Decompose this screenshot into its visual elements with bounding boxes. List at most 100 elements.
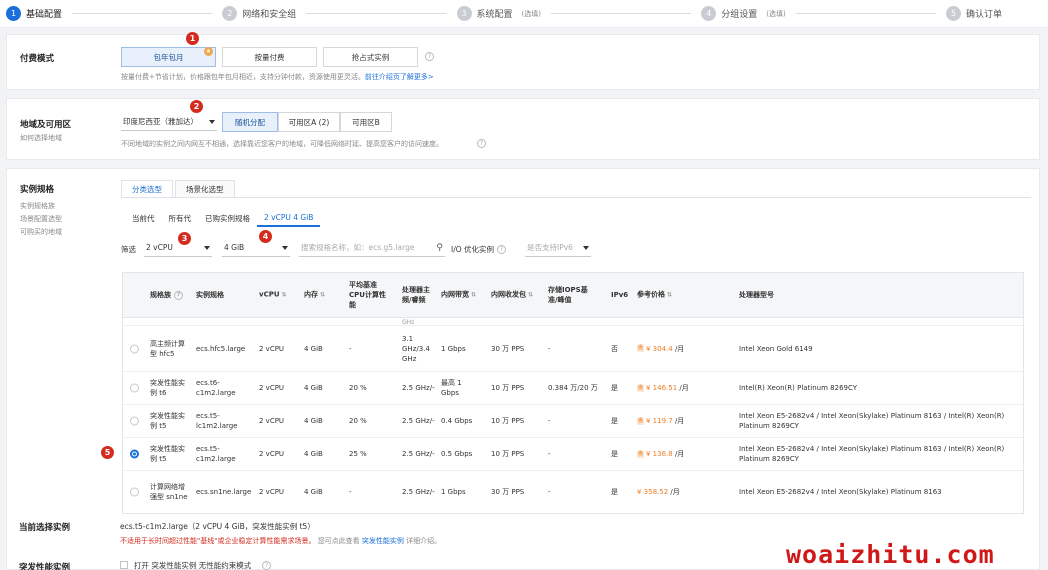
row-price: 惠 ¥ 119.7 /月 — [637, 416, 684, 426]
table-row[interactable]: 突发性能实例 t6 ecs.t6-c1m2.large 2 vCPU 4 GiB… — [123, 372, 1023, 405]
billing-option-payg[interactable]: 按量付费 — [222, 47, 317, 67]
step-number: 5 — [946, 6, 961, 21]
burst-title: 突发性能实例 — [19, 563, 71, 570]
row-processor: Intel(R) Xeon(R) Platinum 8269CY — [739, 384, 858, 392]
row-price-unit: /月 — [674, 344, 685, 353]
row-vcpu: 2 vCPU — [259, 450, 285, 458]
warning-tail: 您可点此查看 — [317, 537, 360, 545]
warning-end: 详细介绍。 — [406, 537, 442, 545]
table-row[interactable]: 突发性能实例 t5 ecs.t5-lc1m2.large 2 vCPU 4 Gi… — [123, 405, 1023, 438]
row-ipv6: 是 — [611, 384, 618, 392]
zone-a[interactable]: 可用区A (2) — [278, 112, 340, 132]
col-memory[interactable]: 内存 ⇅ — [304, 290, 325, 301]
spec-link-scenario[interactable]: 场景配置选型 — [20, 213, 62, 225]
subtab-purchased[interactable]: 已购实例规格 — [198, 209, 257, 227]
tab-scenario[interactable]: 场景化选型 — [175, 180, 235, 197]
col-pps[interactable]: 内网收发包 ⇅ — [491, 290, 533, 301]
billing-learn-more-link[interactable]: 前往介绍页了解更多> — [365, 73, 434, 81]
spec-search-placeholder: 搜索规格名称，如：ecs.g5.large — [301, 243, 415, 252]
row-family: 计算网络增强型 sn1ne — [150, 483, 188, 501]
step-basic[interactable]: 1 基础配置 — [6, 6, 62, 21]
row-iops: - — [548, 417, 551, 425]
row-memory: 4 GiB — [304, 488, 323, 496]
spec-link-regions[interactable]: 可购买的地域 — [20, 226, 62, 238]
region-select[interactable]: 印度尼西亚（雅加达） — [121, 113, 217, 131]
sort-icon[interactable]: ⇅ — [320, 291, 325, 301]
step-label: 基础配置 — [26, 10, 63, 20]
row-radio[interactable] — [130, 344, 139, 353]
help-icon[interactable]: ? — [262, 561, 271, 570]
zone-b[interactable]: 可用区B — [340, 112, 392, 132]
row-radio[interactable] — [130, 383, 139, 393]
step-group[interactable]: 4 分组设置 (选填) — [701, 6, 786, 21]
step-divider — [551, 13, 692, 14]
row-family: 突发性能实例 t5 — [150, 412, 185, 430]
ipv6-select[interactable]: 是否支持IPv6 — [525, 239, 591, 257]
step-label: 网络和安全组 — [242, 10, 297, 20]
sort-icon[interactable]: ⇅ — [282, 291, 287, 301]
annotation-badge-4: 4 — [259, 230, 272, 243]
row-radio[interactable] — [130, 416, 139, 426]
billing-option-subscription[interactable]: 包年包月 — [121, 47, 216, 67]
chevron-down-icon — [209, 119, 215, 124]
spec-title: 实例规格 — [20, 185, 55, 195]
row-cpu-perf: 20 % — [349, 417, 367, 425]
table-row-selected[interactable]: 突发性能实例 t5 ecs.t5-c1m2.large 2 vCPU 4 GiB… — [123, 438, 1023, 471]
col-price-label: 参考价格 — [637, 290, 665, 299]
row-processor: Intel Xeon E5-2682v4 / Intel Xeon(Skylak… — [739, 445, 1005, 463]
memory-select[interactable]: 4 GiB — [222, 239, 290, 257]
row-memory: 4 GiB — [304, 450, 323, 458]
row-spec: ecs.t5-lc1m2.large — [196, 412, 238, 430]
discount-icon: 惠 — [637, 450, 644, 458]
region-help-link[interactable]: 如何选择地域 — [20, 132, 62, 144]
col-bandwidth[interactable]: 内网带宽 ⇅ — [441, 290, 476, 301]
billing-option-spot[interactable]: 抢占式实例 — [323, 47, 418, 67]
row-bandwidth: 0.4 Gbps — [441, 417, 473, 425]
table-row[interactable]: 高主频计算型 hfc5 ecs.hfc5.large 2 vCPU 4 GiB … — [123, 326, 1023, 372]
step-divider — [306, 13, 447, 14]
row-ipv6: 否 — [611, 344, 618, 353]
step-network[interactable]: 2 网络和安全组 — [222, 6, 296, 21]
row-spec: ecs.t5-c1m2.large — [196, 445, 236, 463]
search-icon[interactable]: ⚲ — [436, 243, 443, 253]
burst-performance-link[interactable]: 突发性能实例 — [362, 537, 404, 545]
sort-icon[interactable]: ⇅ — [471, 291, 476, 301]
row-radio[interactable] — [130, 487, 139, 497]
row-radio-selected[interactable] — [130, 449, 139, 459]
burst-unlimited-checkbox[interactable] — [120, 561, 128, 569]
step-system[interactable]: 3 系统配置 (选填) — [456, 6, 541, 21]
subtab-all-gen[interactable]: 所有代 — [162, 209, 199, 227]
row-pps: 30 万 PPS — [491, 344, 525, 353]
col-vcpu[interactable]: vCPU ⇅ — [259, 290, 287, 301]
row-memory: 4 GiB — [304, 384, 323, 392]
step-confirm[interactable]: 5 确认订单 — [946, 6, 1002, 21]
help-icon[interactable]: ? — [477, 139, 486, 148]
row-ipv6: 是 — [611, 417, 618, 425]
col-family[interactable]: 规格族? — [150, 290, 183, 300]
tab-category[interactable]: 分类选型 — [121, 180, 173, 197]
zone-random[interactable]: 随机分配 — [222, 112, 278, 132]
row-family: 高主频计算型 hfc5 — [150, 339, 185, 358]
annotation-badge-5: 5 — [101, 446, 114, 459]
current-selection-title: 当前选择实例 — [19, 523, 71, 533]
table-row[interactable]: 计算网络增强型 sn1ne ecs.sn1ne.large 2 vCPU 4 G… — [123, 471, 1023, 513]
help-icon[interactable]: ? — [497, 245, 506, 254]
vcpu-select-value: 2 vCPU — [146, 243, 173, 252]
spec-link-family[interactable]: 实例规格族 — [20, 200, 55, 212]
col-price[interactable]: 参考价格 ⇅ — [637, 290, 672, 301]
col-ipv6: IPv6 — [611, 291, 629, 299]
help-icon[interactable]: ? — [425, 52, 434, 61]
sort-icon[interactable]: ⇅ — [667, 291, 672, 301]
subtab-2vcpu-4gib[interactable]: 2 vCPU 4 GiB — [257, 209, 321, 227]
sort-icon[interactable]: ⇅ — [528, 291, 533, 301]
row-family: 突发性能实例 t6 — [150, 379, 185, 397]
row-freq: 2.5 GHz/- — [402, 417, 435, 425]
spec-search-input[interactable]: 搜索规格名称，如：ecs.g5.large ⚲ — [299, 239, 445, 257]
help-icon[interactable]: ? — [174, 290, 183, 300]
row-processor: Intel Xeon E5-2682v4 / Intel Xeon(Skylak… — [739, 412, 1005, 430]
col-vcpu-label: vCPU — [259, 290, 280, 299]
subtab-current-gen[interactable]: 当前代 — [125, 209, 162, 227]
row-price: ¥ 358.52 /月 — [637, 487, 680, 497]
current-selection-warning: 不适用于长时间超过性能"基线"或企业稳定计算性能需求场景。 您可点此查看 突发性… — [120, 536, 441, 546]
col-bandwidth-label: 内网带宽 — [441, 290, 469, 299]
